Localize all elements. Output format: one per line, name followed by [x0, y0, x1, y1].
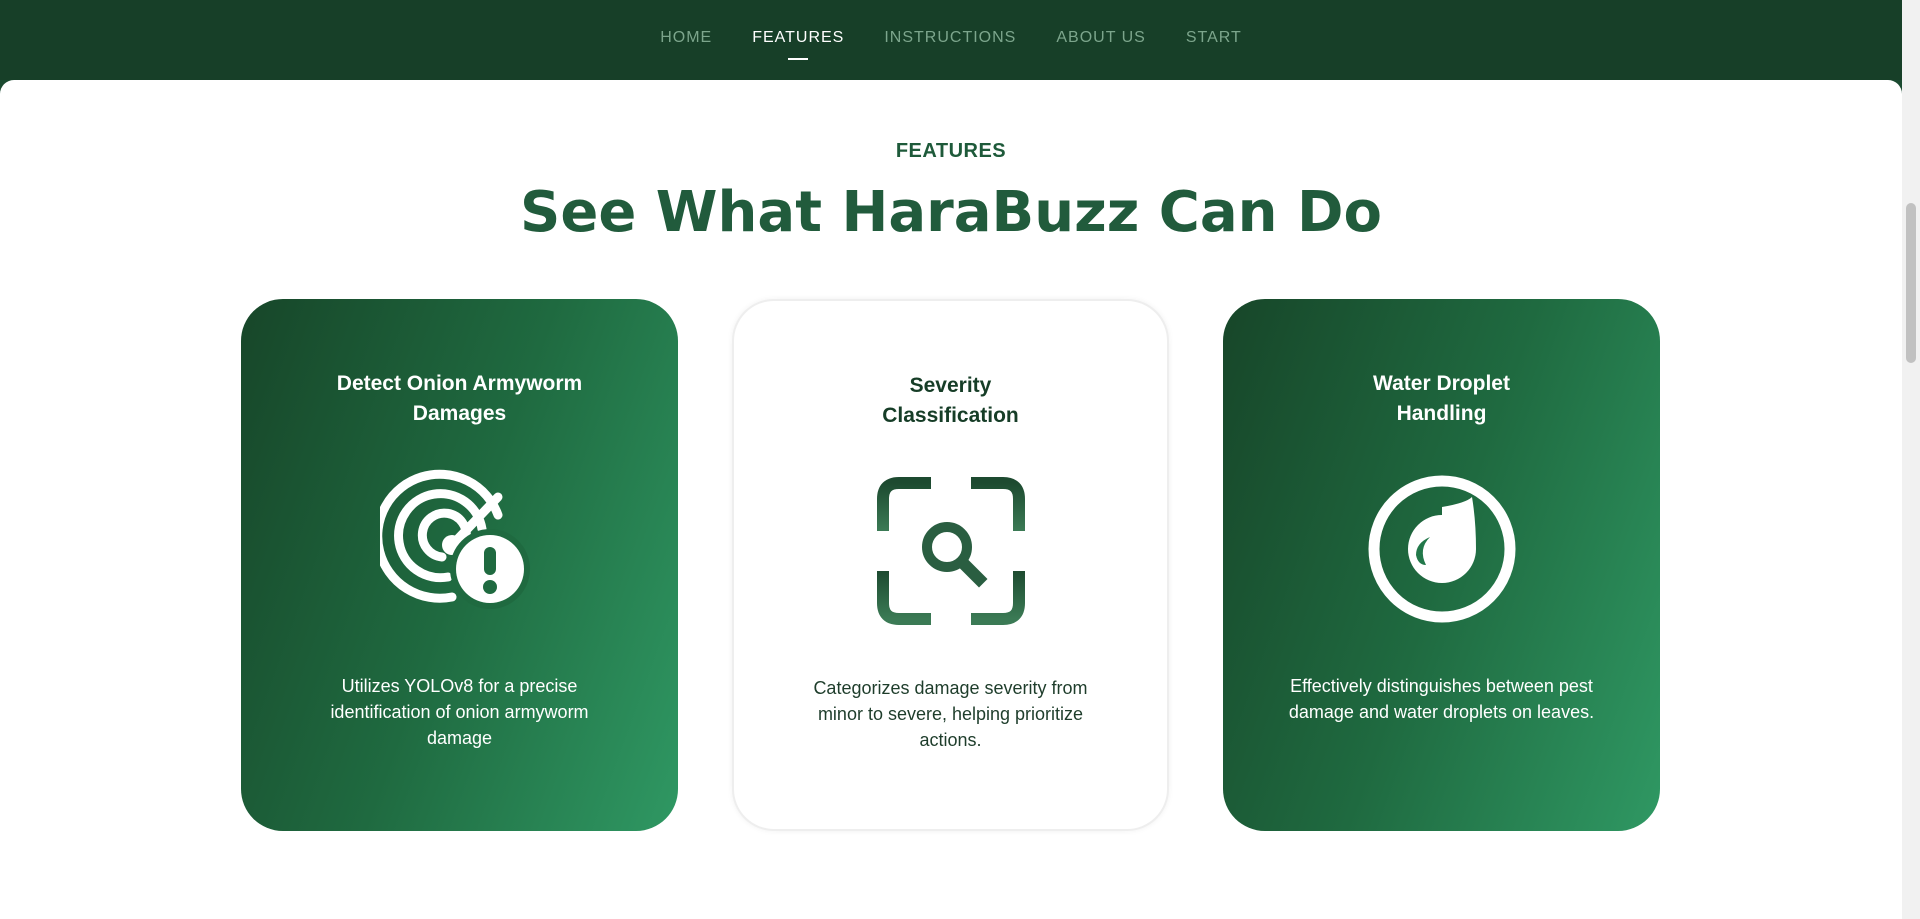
feature-card-description: Utilizes YOLOv8 for a precise identifica…	[330, 676, 589, 748]
radar-alert-icon	[372, 469, 540, 629]
water-drop-icon	[1362, 469, 1522, 629]
feature-card-detect: Detect Onion Armyworm Damages Utilizes Y…	[241, 299, 678, 831]
page-scrollbar[interactable]	[1902, 0, 1920, 919]
scrollbar-thumb[interactable]	[1906, 203, 1916, 363]
nav-list: HOME FEATURES INSTRUCTIONS ABOUT US STAR…	[640, 29, 1262, 47]
feature-cards: Detect Onion Armyworm Damages Utilizes Y…	[241, 299, 1660, 831]
nav-item-about-us[interactable]: ABOUT US	[1036, 29, 1166, 47]
feature-card-description: Effectively distinguishes between pest d…	[1288, 676, 1595, 722]
scan-search-icon	[871, 471, 1031, 631]
feature-card-water-droplet: Water Droplet Handling Effectively disti…	[1223, 299, 1660, 831]
nav-item-features[interactable]: FEATURES	[732, 29, 864, 47]
top-navbar: HOME FEATURES INSTRUCTIONS ABOUT US STAR…	[0, 0, 1902, 80]
section-eyebrow: FEATURES	[895, 140, 1007, 162]
features-section: FEATURES See What HaraBuzz Can Do Detect…	[0, 80, 1902, 919]
feature-card-severity: Severity Classification Categorizes dama…	[732, 299, 1169, 831]
feature-card-description: Categorizes damage severity from minor t…	[813, 678, 1088, 750]
feature-card-title: Severity Classification	[882, 374, 1019, 427]
page: HOME FEATURES INSTRUCTIONS ABOUT US STAR…	[0, 0, 1920, 919]
feature-card-title: Water Droplet Handling	[1373, 372, 1510, 425]
feature-card-title: Detect Onion Armyworm Damages	[336, 372, 583, 425]
nav-item-home[interactable]: HOME	[640, 29, 732, 47]
nav-item-start[interactable]: START	[1166, 29, 1262, 47]
nav-item-instructions[interactable]: INSTRUCTIONS	[864, 29, 1036, 47]
section-headline: See What HaraBuzz Can Do	[520, 180, 1382, 245]
